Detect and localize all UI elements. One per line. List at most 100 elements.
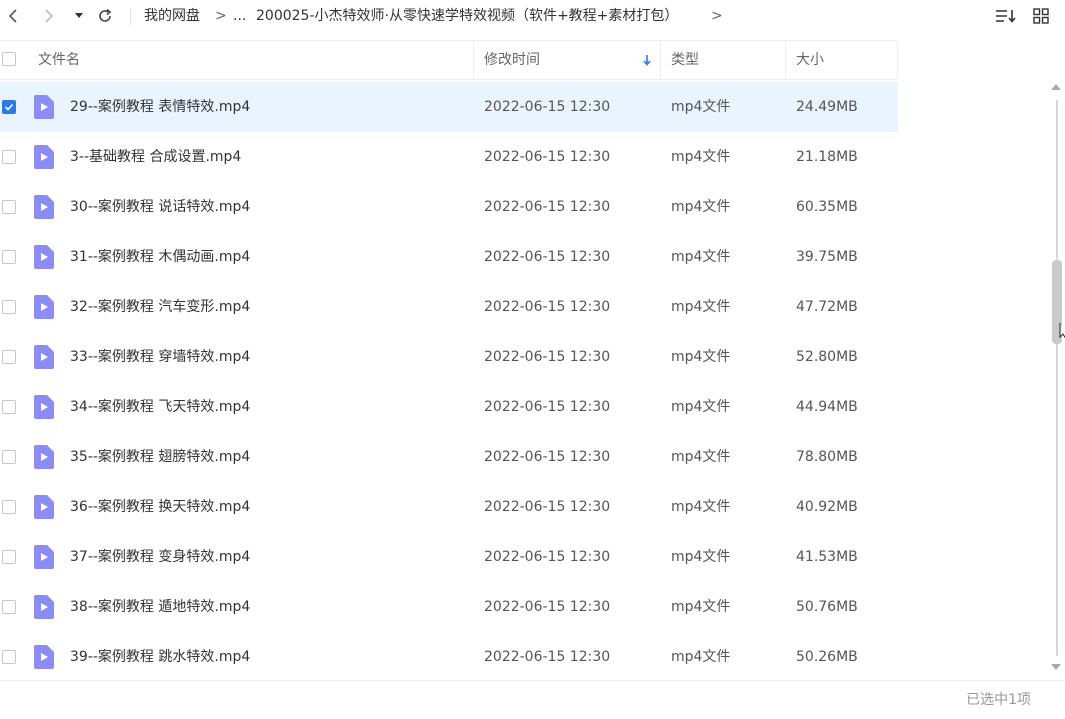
- column-divider[interactable]: [473, 41, 474, 79]
- column-modified[interactable]: 修改时间: [484, 41, 540, 79]
- scroll-up-arrow-icon[interactable]: [1051, 84, 1061, 90]
- file-type: mp4文件: [671, 649, 731, 665]
- video-file-icon: [34, 245, 54, 269]
- file-row[interactable]: 34--案例教程 飞天特效.mp4 2022-06-15 12:30 mp4文件 44…: [0, 382, 898, 432]
- file-modified-time: 2022-06-15 12:30: [484, 199, 611, 215]
- breadcrumb-ellipsis[interactable]: ...: [233, 0, 246, 32]
- video-file-icon: [34, 295, 54, 319]
- breadcrumb-separator: >: [215, 8, 227, 24]
- file-size: 52.80MB: [796, 349, 858, 365]
- row-checkbox[interactable]: [2, 150, 16, 164]
- file-row[interactable]: 33--案例教程 穿墙特效.mp4 2022-06-15 12:30 mp4文件 52…: [0, 332, 898, 382]
- file-name[interactable]: 33--案例教程 穿墙特效.mp4: [70, 332, 250, 382]
- file-type: mp4文件: [671, 549, 731, 565]
- file-modified-time: 2022-06-15 12:30: [484, 399, 611, 415]
- refresh-icon[interactable]: [94, 0, 116, 32]
- file-name[interactable]: 36--案例教程 换天特效.mp4: [70, 482, 250, 532]
- video-file-icon: [34, 595, 54, 619]
- row-checkbox[interactable]: [2, 400, 16, 414]
- scrollbar-track[interactable]: [1056, 100, 1058, 656]
- select-all-checkbox[interactable]: [2, 52, 16, 66]
- file-modified-time: 2022-06-15 12:30: [484, 99, 611, 115]
- column-divider[interactable]: [785, 41, 786, 79]
- column-size[interactable]: 大小: [796, 41, 824, 79]
- file-size: 40.92MB: [796, 499, 858, 515]
- file-name[interactable]: 32--案例教程 汽车变形.mp4: [70, 282, 250, 332]
- breadcrumb-current[interactable]: 200025-小杰特效师·从零快速学特效视频（软件+教程+素材打包）: [256, 0, 678, 32]
- row-checkbox[interactable]: [2, 100, 16, 114]
- file-row[interactable]: 3--基础教程 合成设置.mp4 2022-06-15 12:30 mp4文件 21.…: [0, 132, 898, 182]
- file-size: 39.75MB: [796, 249, 858, 265]
- file-row[interactable]: 30--案例教程 说话特效.mp4 2022-06-15 12:30 mp4文件 60…: [0, 182, 898, 232]
- file-name[interactable]: 35--案例教程 翅膀特效.mp4: [70, 432, 250, 482]
- file-row[interactable]: 31--案例教程 木偶动画.mp4 2022-06-15 12:30 mp4文件 39…: [0, 232, 898, 282]
- file-modified-time: 2022-06-15 12:30: [484, 649, 611, 665]
- video-file-icon: [34, 495, 54, 519]
- video-file-icon: [34, 395, 54, 419]
- row-checkbox[interactable]: [2, 350, 16, 364]
- file-type: mp4文件: [671, 199, 731, 215]
- video-file-icon: [34, 545, 54, 569]
- file-row[interactable]: 29--案例教程 表情特效.mp4 2022-06-15 12:30 mp4文件 24…: [0, 82, 898, 132]
- sort-list-icon[interactable]: [994, 0, 1018, 32]
- row-checkbox[interactable]: [2, 300, 16, 314]
- file-size: 78.80MB: [796, 449, 858, 465]
- video-file-icon: [34, 95, 54, 119]
- file-modified-time: 2022-06-15 12:30: [484, 599, 611, 615]
- column-divider[interactable]: [660, 41, 661, 79]
- breadcrumb-root[interactable]: 我的网盘: [144, 0, 200, 32]
- file-name[interactable]: 30--案例教程 说话特效.mp4: [70, 182, 250, 232]
- file-name[interactable]: 39--案例教程 跳水特效.mp4: [70, 632, 250, 682]
- grid-view-icon[interactable]: [1030, 0, 1052, 32]
- file-row[interactable]: 38--案例教程 遁地特效.mp4 2022-06-15 12:30 mp4文件 50…: [0, 582, 898, 632]
- file-row[interactable]: 39--案例教程 跳水特效.mp4 2022-06-15 12:30 mp4文件 50…: [0, 632, 898, 682]
- file-row[interactable]: 32--案例教程 汽车变形.mp4 2022-06-15 12:30 mp4文件 47…: [0, 282, 898, 332]
- file-name[interactable]: 31--案例教程 木偶动画.mp4: [70, 232, 250, 282]
- file-name[interactable]: 37--案例教程 变身特效.mp4: [70, 532, 250, 582]
- file-row[interactable]: 36--案例教程 换天特效.mp4 2022-06-15 12:30 mp4文件 40…: [0, 482, 898, 532]
- video-file-icon: [34, 145, 54, 169]
- scroll-down-arrow-icon[interactable]: [1051, 664, 1061, 670]
- toolbar-divider: [130, 8, 131, 26]
- chevron-left-icon[interactable]: [2, 0, 24, 32]
- file-modified-time: 2022-06-15 12:30: [484, 449, 611, 465]
- caret-down-icon[interactable]: [72, 0, 86, 32]
- file-size: 21.18MB: [796, 149, 858, 165]
- file-size: 24.49MB: [796, 99, 858, 115]
- selection-status: 已选中1项: [966, 692, 1031, 708]
- file-name[interactable]: 3--基础教程 合成设置.mp4: [70, 132, 241, 182]
- row-checkbox[interactable]: [2, 250, 16, 264]
- column-divider[interactable]: [897, 41, 898, 79]
- file-type: mp4文件: [671, 249, 731, 265]
- chevron-right-icon[interactable]: [38, 0, 60, 32]
- file-name[interactable]: 29--案例教程 表情特效.mp4: [70, 82, 250, 132]
- file-modified-time: 2022-06-15 12:30: [484, 349, 611, 365]
- file-modified-time: 2022-06-15 12:30: [484, 499, 611, 515]
- row-checkbox[interactable]: [2, 600, 16, 614]
- column-header: 文件名 修改时间 类型 大小: [0, 40, 898, 80]
- file-name[interactable]: 38--案例教程 遁地特效.mp4: [70, 582, 250, 632]
- row-checkbox[interactable]: [2, 650, 16, 664]
- file-size: 50.76MB: [796, 599, 858, 615]
- file-modified-time: 2022-06-15 12:30: [484, 249, 611, 265]
- file-type: mp4文件: [671, 599, 731, 615]
- video-file-icon: [34, 445, 54, 469]
- file-size: 47.72MB: [796, 299, 858, 315]
- breadcrumb-trail-separator: >: [711, 8, 723, 24]
- column-name[interactable]: 文件名: [38, 41, 80, 79]
- row-checkbox[interactable]: [2, 450, 16, 464]
- file-name[interactable]: 34--案例教程 飞天特效.mp4: [70, 382, 250, 432]
- file-size: 44.94MB: [796, 399, 858, 415]
- row-checkbox[interactable]: [2, 500, 16, 514]
- row-checkbox[interactable]: [2, 200, 16, 214]
- file-size: 50.26MB: [796, 649, 858, 665]
- mouse-cursor-icon: [1059, 322, 1065, 346]
- file-row[interactable]: 35--案例教程 翅膀特效.mp4 2022-06-15 12:30 mp4文件 78…: [0, 432, 898, 482]
- file-size: 60.35MB: [796, 199, 858, 215]
- row-checkbox[interactable]: [2, 550, 16, 564]
- file-type: mp4文件: [671, 349, 731, 365]
- column-type[interactable]: 类型: [671, 41, 699, 79]
- video-file-icon: [34, 195, 54, 219]
- file-row[interactable]: 37--案例教程 变身特效.mp4 2022-06-15 12:30 mp4文件 41…: [0, 532, 898, 582]
- sort-arrow-down-icon[interactable]: [642, 41, 652, 79]
